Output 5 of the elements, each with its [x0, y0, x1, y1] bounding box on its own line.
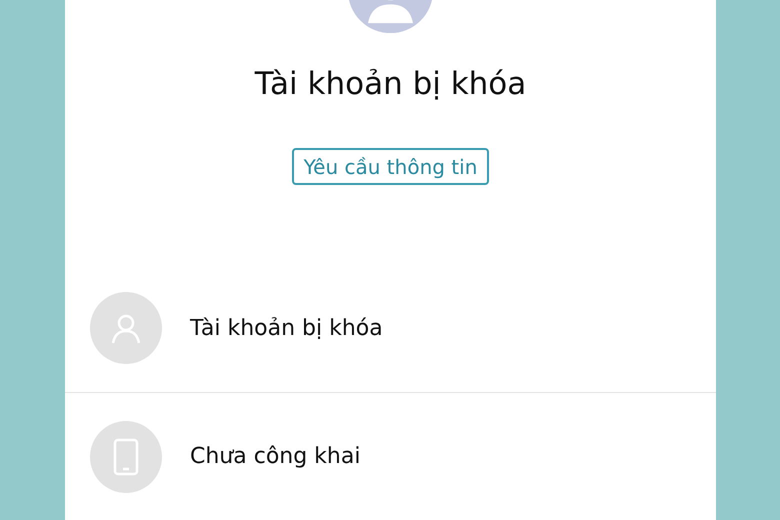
phone-icon	[113, 438, 139, 476]
account-title: Tài khoản bị khóa	[254, 69, 526, 100]
item-label: Chưa công khai	[190, 443, 360, 471]
item-label: Tài khoản bị khóa	[190, 314, 383, 342]
request-info-button[interactable]: Yêu cầu thông tin	[292, 148, 490, 185]
